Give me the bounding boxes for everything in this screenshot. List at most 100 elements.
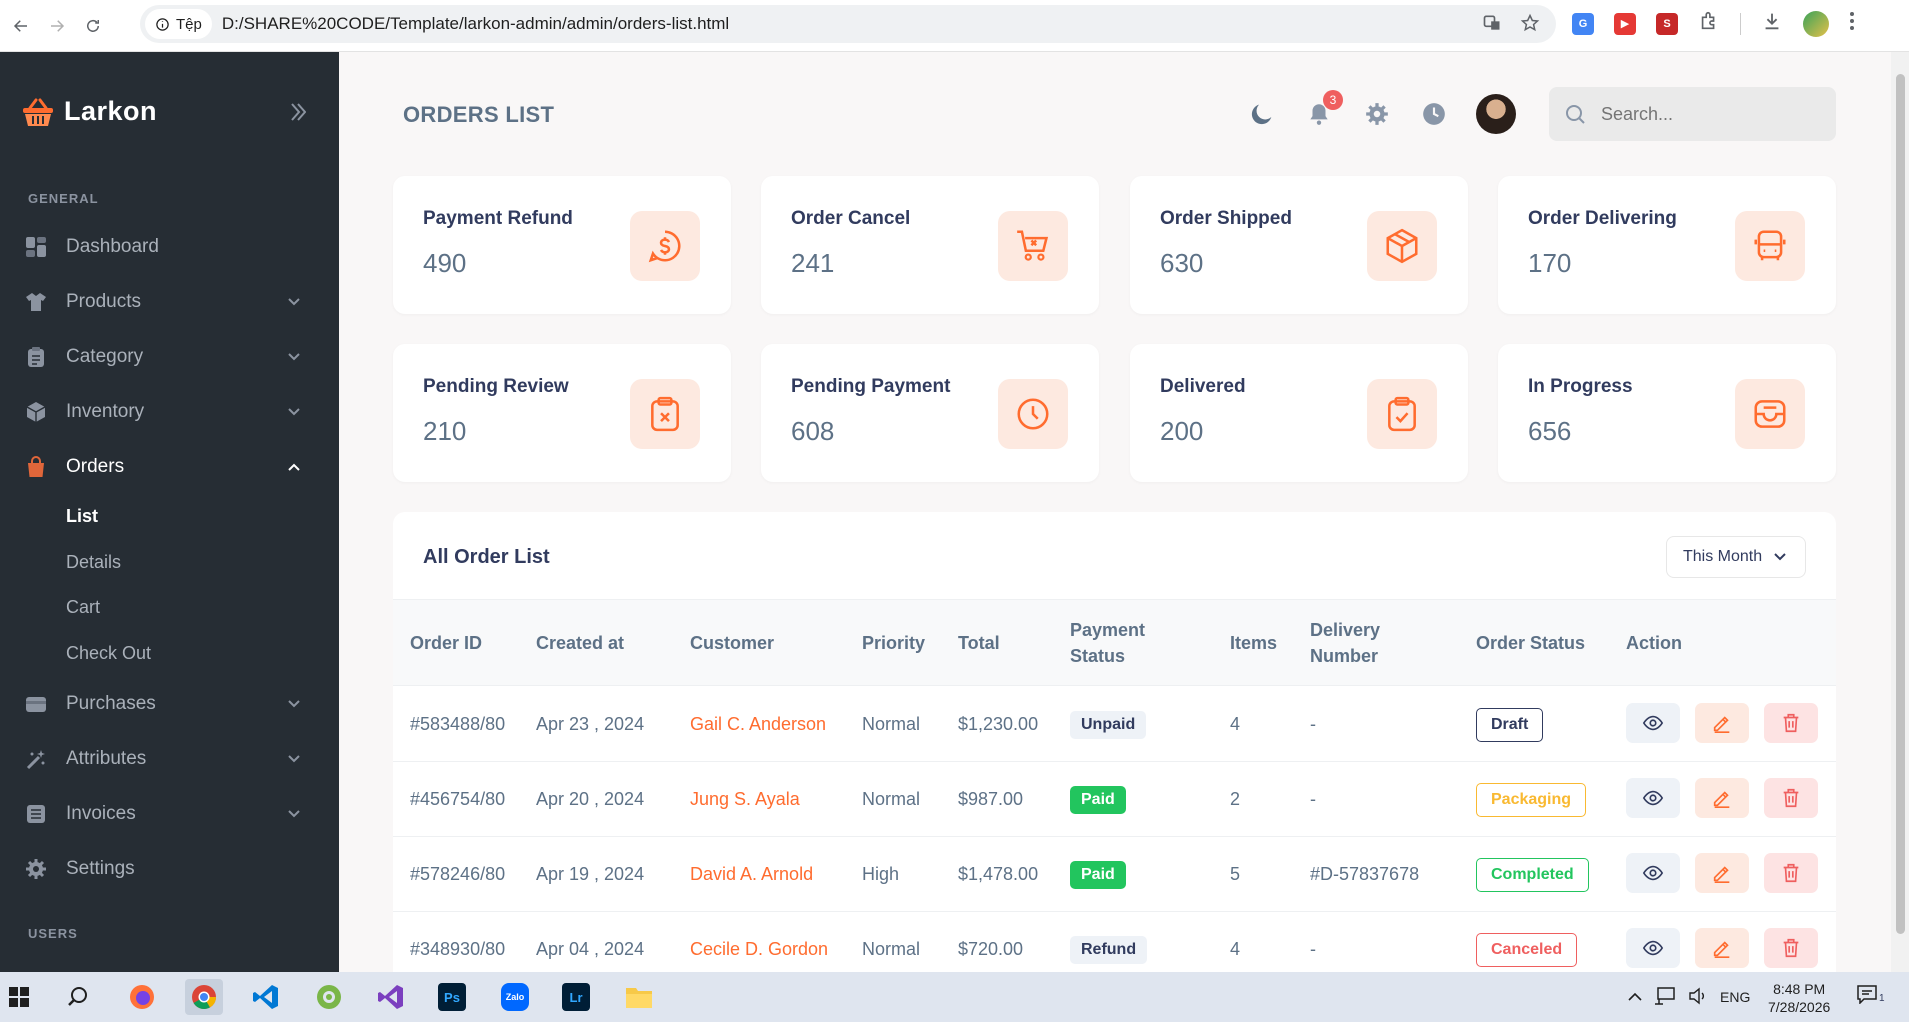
items-cell: 4 bbox=[1230, 939, 1241, 959]
photoshop-app-icon[interactable]: Ps bbox=[433, 979, 471, 1015]
column-header-items[interactable]: Items bbox=[1230, 630, 1277, 656]
delete-order-button[interactable] bbox=[1764, 778, 1818, 818]
column-header-delivery-number[interactable]: Delivery Number bbox=[1310, 617, 1420, 669]
dark-mode-toggle[interactable] bbox=[1246, 98, 1278, 130]
sidebar-item-dashboard[interactable]: Dashboard bbox=[0, 223, 339, 271]
view-order-button[interactable] bbox=[1626, 778, 1680, 818]
pencil-icon bbox=[1713, 716, 1730, 733]
seo-extension-icon[interactable]: S bbox=[1656, 12, 1678, 35]
delete-order-button[interactable] bbox=[1764, 703, 1818, 743]
url-text[interactable]: D:/SHARE%20CODE/Template/larkon-admin/ad… bbox=[222, 14, 729, 34]
column-header-order-status[interactable]: Order Status bbox=[1476, 630, 1585, 656]
language-indicator[interactable]: ENG bbox=[1720, 989, 1750, 1005]
column-header-order-id[interactable]: Order ID bbox=[410, 630, 482, 656]
file-explorer-app-icon[interactable] bbox=[620, 979, 658, 1015]
chrome-profile-avatar[interactable] bbox=[1803, 10, 1829, 37]
search-box[interactable] bbox=[1549, 87, 1836, 141]
scrollbar-thumb[interactable] bbox=[1896, 74, 1905, 934]
sidebar-item-label: Settings bbox=[66, 858, 135, 879]
coccoc-app-icon[interactable] bbox=[310, 979, 348, 1015]
pencil-icon bbox=[1713, 791, 1730, 808]
back-button[interactable] bbox=[6, 11, 36, 41]
edit-order-button[interactable] bbox=[1695, 853, 1749, 893]
eye-icon bbox=[1642, 790, 1664, 806]
order-id-cell[interactable]: #578246/80 bbox=[410, 837, 505, 912]
lightroom-app-icon[interactable]: Lr bbox=[557, 979, 595, 1015]
visual-studio-app-icon[interactable] bbox=[372, 979, 410, 1015]
chrome-menu-icon[interactable] bbox=[1849, 11, 1855, 36]
sidebar-subitem-list[interactable]: List bbox=[66, 506, 98, 527]
edit-order-button[interactable] bbox=[1695, 703, 1749, 743]
eye-icon bbox=[1642, 715, 1664, 731]
sidebar-item-inventory[interactable]: Inventory bbox=[0, 388, 339, 436]
network-icon[interactable] bbox=[1654, 986, 1676, 1008]
vscode-app-icon[interactable] bbox=[247, 979, 285, 1015]
customer-link[interactable]: Cecile D. Gordon bbox=[690, 912, 828, 972]
delete-order-button[interactable] bbox=[1764, 853, 1818, 893]
view-order-button[interactable] bbox=[1626, 928, 1680, 968]
notifications-button[interactable]: 3 bbox=[1303, 90, 1343, 130]
video-extension-icon[interactable]: ▶ bbox=[1614, 12, 1636, 35]
site-info-chip[interactable]: Tệp bbox=[145, 9, 212, 39]
volume-icon[interactable] bbox=[1688, 987, 1708, 1008]
sidebar-collapse-button[interactable] bbox=[290, 102, 307, 127]
month-filter-dropdown[interactable]: This Month bbox=[1666, 536, 1806, 578]
customer-link[interactable]: Gail C. Anderson bbox=[690, 687, 826, 762]
sidebar-item-attributes[interactable]: Attributes bbox=[0, 735, 339, 783]
firefox-app-icon[interactable] bbox=[123, 979, 161, 1015]
column-header-total[interactable]: Total bbox=[958, 630, 1000, 656]
reload-button[interactable] bbox=[78, 11, 108, 41]
settings-button[interactable] bbox=[1361, 98, 1393, 130]
clipboard-check-icon bbox=[1367, 379, 1437, 449]
sidebar-item-category[interactable]: Category bbox=[0, 333, 339, 381]
sidebar-subitem-details[interactable]: Details bbox=[66, 552, 121, 573]
cart-cancel-icon bbox=[998, 211, 1068, 281]
column-header-customer[interactable]: Customer bbox=[690, 630, 774, 656]
column-header-priority[interactable]: Priority bbox=[862, 630, 925, 656]
order-id-cell[interactable]: #583488/80 bbox=[410, 687, 505, 762]
bookmark-star-icon[interactable] bbox=[1520, 13, 1540, 38]
google-translate-extension-icon[interactable]: G bbox=[1572, 12, 1594, 35]
sidebar-item-label: Invoices bbox=[66, 803, 136, 824]
order-id-cell[interactable]: #456754/80 bbox=[410, 762, 505, 837]
clipboard-x-icon bbox=[630, 379, 700, 449]
search-input[interactable] bbox=[1601, 103, 1821, 125]
delivery-number-cell: - bbox=[1310, 714, 1316, 734]
puzzle-extensions-icon[interactable] bbox=[1698, 10, 1720, 37]
column-header-payment-status[interactable]: Payment Status bbox=[1070, 617, 1180, 669]
edit-order-button[interactable] bbox=[1695, 778, 1749, 818]
activity-button[interactable] bbox=[1418, 98, 1450, 130]
column-header-created-at[interactable]: Created at bbox=[536, 630, 624, 656]
delete-order-button[interactable] bbox=[1764, 928, 1818, 968]
translate-icon[interactable] bbox=[1482, 13, 1502, 38]
chevron-up-icon[interactable] bbox=[1628, 989, 1642, 1005]
action-center-button[interactable]: 1 bbox=[1856, 984, 1885, 1004]
chrome-app-icon[interactable] bbox=[185, 979, 223, 1015]
zalo-app-icon[interactable]: Zalo bbox=[496, 979, 534, 1015]
sidebar-subitem-cart[interactable]: Cart bbox=[66, 597, 100, 618]
forward-button[interactable] bbox=[42, 11, 72, 41]
view-order-button[interactable] bbox=[1626, 703, 1680, 743]
sidebar-item-purchases[interactable]: Purchases bbox=[0, 680, 339, 728]
address-bar[interactable]: Tệp D:/SHARE%20CODE/Template/larkon-admi… bbox=[140, 5, 1556, 43]
order-id-cell[interactable]: #348930/80 bbox=[410, 912, 505, 972]
chevron-down-icon bbox=[288, 293, 300, 311]
tshirt-icon bbox=[24, 290, 48, 314]
download-icon[interactable] bbox=[1761, 10, 1783, 37]
taskbar-search-button[interactable] bbox=[59, 979, 97, 1015]
taskbar-clock[interactable]: 8:48 PM 7/28/2026 bbox=[1768, 980, 1830, 1016]
edit-order-button[interactable] bbox=[1695, 928, 1749, 968]
user-avatar[interactable] bbox=[1476, 94, 1516, 134]
sidebar-item-settings[interactable]: Settings bbox=[0, 845, 339, 893]
page-scrollbar[interactable] bbox=[1891, 52, 1909, 972]
sidebar-item-orders[interactable]: Orders bbox=[0, 443, 339, 491]
sidebar-item-products[interactable]: Products bbox=[0, 278, 339, 326]
windows-start-button[interactable] bbox=[0, 979, 38, 1015]
view-order-button[interactable] bbox=[1626, 853, 1680, 893]
sidebar-item-invoices[interactable]: Invoices bbox=[0, 790, 339, 838]
brand-logo[interactable]: Larkon bbox=[22, 96, 157, 127]
sidebar-subitem-checkout[interactable]: Check Out bbox=[66, 643, 151, 664]
customer-link[interactable]: David A. Arnold bbox=[690, 837, 813, 912]
payment-status-badge: Paid bbox=[1070, 860, 1126, 889]
customer-link[interactable]: Jung S. Ayala bbox=[690, 762, 800, 837]
